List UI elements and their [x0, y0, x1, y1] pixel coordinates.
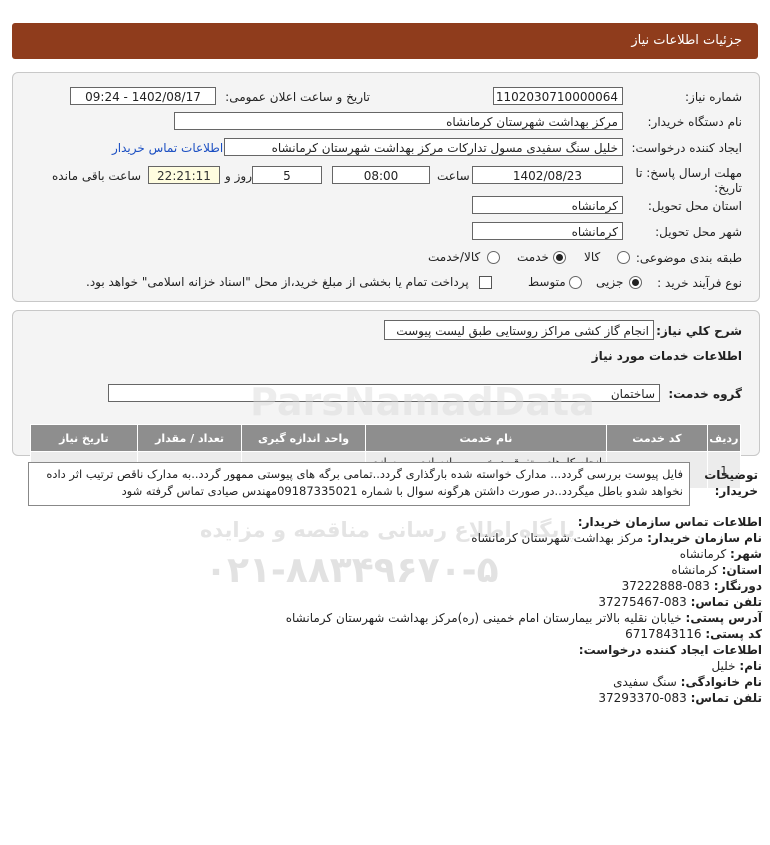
remaining-label: ساعت باقی مانده — [52, 169, 142, 183]
org-address-row: آدرس پستی: خیابان نقلیه بالاتر بیمارستان… — [285, 611, 762, 625]
days-field: 5 — [252, 166, 322, 184]
creator-contact-title: اطلاعات ایجاد کننده درخواست: — [578, 643, 762, 657]
service-group-label: گروه خدمت: — [668, 387, 742, 401]
creator-field: خلیل سنگ سفیدی مسول تدارکات مرکز بهداشت … — [224, 138, 623, 156]
org-fax-row: دورنگار: 083-37222888 — [621, 579, 762, 593]
notes-box: فایل پیوست بررسی گردد... مدارک خواسته شد… — [28, 462, 690, 506]
service-group-field: ساختمان — [108, 384, 660, 402]
watermark-phone: ۰۲۱-۸۸۳۴۹۶۷۰-۵ — [205, 550, 499, 591]
need-number-field: 1102030710000064 — [493, 87, 623, 105]
days-label: روز و — [225, 169, 252, 183]
page-header: جزئیات اطلاعات نیاز — [12, 23, 758, 59]
creator-first-row: نام: خلیل — [711, 659, 762, 673]
deadline-date-field: 1402/08/23 — [472, 166, 623, 184]
org-postal-row: کد پستی: 6717843116 — [625, 627, 762, 641]
treasury-checkbox[interactable] — [479, 276, 492, 289]
announce-field: 1402/08/17 - 09:24 — [70, 87, 216, 105]
process-radio-minor[interactable] — [629, 276, 642, 289]
deadline-label: مهلت ارسال پاسخ: تا تاریخ: — [635, 166, 742, 195]
creator-last-row: نام خانوادگی: سنگ سفیدی — [613, 675, 762, 689]
col-header-name: نام خدمت — [364, 424, 608, 452]
col-header-qty: تعداد / مقدار — [136, 424, 243, 452]
category-option-goods: کالا — [584, 250, 601, 264]
process-label: نوع فرآیند خرید : — [657, 276, 742, 290]
category-radio-service[interactable] — [553, 251, 566, 264]
city-label: شهر محل تحویل: — [655, 225, 742, 239]
creator-phone-row: تلفن تماس: 083-37293370 — [598, 691, 762, 705]
category-radio-goods-service[interactable] — [487, 251, 500, 264]
province-label: استان محل تحویل: — [647, 199, 742, 213]
notes-label: توضیحات خریدار: — [704, 468, 758, 498]
col-header-unit: واحد اندازه گیری — [241, 424, 366, 452]
announce-label: تاریخ و ساعت اعلان عمومی: — [225, 90, 370, 104]
buyer-org-label: نام دستگاه خریدار: — [647, 115, 743, 129]
creator-label: ایجاد کننده درخواست: — [631, 141, 742, 155]
col-header-code: کد خدمت — [606, 424, 708, 452]
buyer-org-field: مرکز بهداشت شهرستان کرمانشاه — [174, 112, 623, 130]
buyer-contact-link[interactable]: اطلاعات تماس خریدار — [112, 141, 223, 155]
table-header-row: ردیف کد خدمت نام خدمت واحد اندازه گیری ت… — [30, 424, 742, 452]
org-phone-row: تلفن تماس: 083-37275467 — [598, 595, 762, 609]
category-label: طبقه بندی موضوعی: — [635, 251, 742, 265]
need-number-label: شماره نیاز: — [685, 90, 742, 104]
city-field: کرمانشاه — [472, 222, 623, 240]
org-city-row: شهر: کرمانشاه — [679, 547, 762, 561]
summary-label: شرح کلي نياز: — [656, 324, 742, 338]
category-option-service: خدمت — [517, 250, 549, 264]
org-province-row: استان: کرمانشاه — [671, 563, 762, 577]
page-title: جزئیات اطلاعات نیاز — [631, 33, 742, 48]
category-option-goods-service: کالا/خدمت — [428, 250, 481, 264]
process-option-minor: جزیی — [596, 275, 624, 289]
deadline-time-field: 08:00 — [332, 166, 430, 184]
deadline-time-label: ساعت — [437, 169, 470, 183]
process-radio-medium[interactable] — [569, 276, 582, 289]
org-name-row: نام سازمان خریدار: مرکز بهداشت شهرستان ک… — [471, 531, 762, 545]
col-header-row-no: ردیف — [706, 424, 742, 452]
remaining-time-field: 22:21:11 — [148, 166, 220, 184]
org-contact-title: اطلاعات تماس سازمان خریدار: — [577, 515, 762, 529]
services-title: اطلاعات خدمات مورد نیاز — [591, 349, 742, 363]
province-field: کرمانشاه — [472, 196, 623, 214]
process-option-medium: متوسط — [528, 275, 566, 289]
summary-field: انجام گاز کشی مراکز روستایی طبق لیست پیو… — [384, 320, 654, 340]
col-header-date: تاریخ نیاز — [30, 424, 138, 452]
category-radio-goods[interactable] — [617, 251, 630, 264]
payment-note: پرداخت تمام یا بخشی از مبلغ خرید،از محل … — [86, 275, 469, 289]
